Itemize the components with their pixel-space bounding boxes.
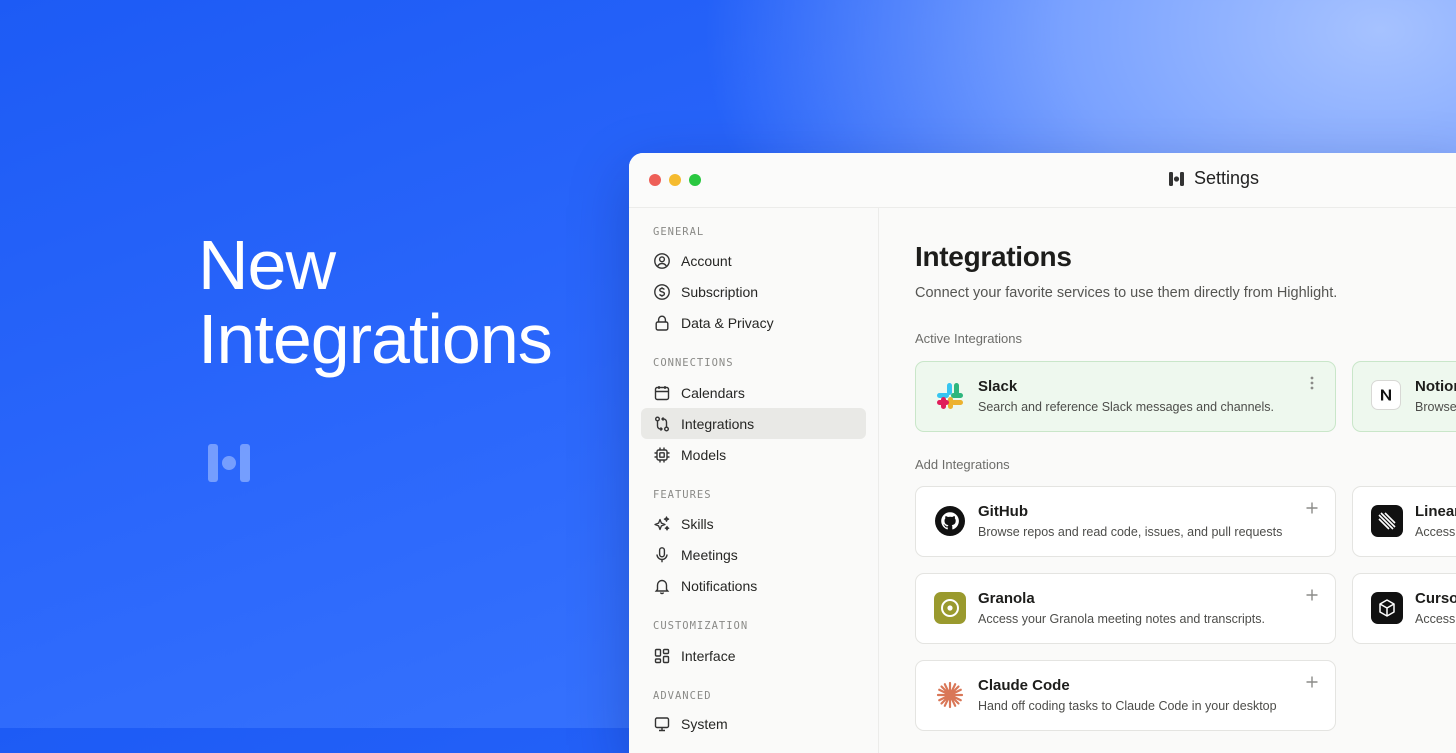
sidebar-item-integrations[interactable]: Integrations (641, 408, 866, 439)
integration-name: Linear (1415, 503, 1456, 520)
sidebar-item-interface[interactable]: Interface (641, 640, 866, 671)
integration-description: Search and reference Slack messages and … (978, 400, 1275, 414)
linear-icon (1371, 505, 1403, 537)
hero-title-line-1: New (198, 226, 336, 304)
sidebar-item-label: Skills (681, 515, 714, 532)
bell-icon (653, 577, 671, 595)
sidebar-item-skills[interactable]: Skills (641, 508, 866, 539)
sidebar-item-notifications[interactable]: Notifications (641, 570, 866, 601)
integration-description: Browse repos and read code, issues, and … (978, 525, 1283, 539)
add-integrations-label: Add Integrations (915, 457, 1010, 472)
hero-title: New Integrations (198, 226, 553, 378)
sidebar-item-account[interactable]: Account (641, 245, 866, 276)
integration-description: Browse (1415, 400, 1456, 414)
sidebar-item-meetings[interactable]: Meetings (641, 539, 866, 570)
integration-description: Hand off coding tasks to Claude Code in … (978, 699, 1277, 713)
integrations-plug-icon (653, 415, 671, 433)
integration-name: Slack (978, 378, 1018, 395)
sidebar-item-data-privacy[interactable]: Data & Privacy (641, 307, 866, 338)
layout-grid-icon (653, 647, 671, 665)
sidebar-item-label: Data & Privacy (681, 314, 774, 331)
integration-name: Claude Code (978, 677, 1070, 694)
section-label-general: GENERAL (653, 226, 705, 238)
sidebar-item-label: Models (681, 446, 727, 463)
integrations-panel: Integrations Connect your favorite servi… (879, 208, 1456, 753)
sidebar-item-system[interactable]: System (641, 708, 866, 739)
integration-description: Access (1415, 612, 1456, 626)
sparkles-icon (653, 515, 671, 533)
hero-title-line-2: Integrations (198, 300, 553, 378)
integration-name: Notion (1415, 378, 1456, 395)
system-icon (653, 715, 671, 733)
integration-card-granola[interactable]: Granola Access your Granola meeting note… (915, 573, 1336, 644)
section-label-features: FEATURES (653, 489, 712, 501)
dollar-circle-icon (653, 283, 671, 301)
github-icon (934, 505, 966, 537)
integration-card-linear[interactable]: Linear Access (1352, 486, 1456, 557)
page-subtitle: Connect your favorite services to use th… (915, 285, 1338, 301)
sidebar-item-label: Integrations (681, 415, 755, 432)
sidebar-item-subscription[interactable]: Subscription (641, 276, 866, 307)
integration-name: GitHub (978, 503, 1028, 520)
window-title-group: Settings (1169, 168, 1259, 189)
sidebar-item-models[interactable]: Models (641, 439, 866, 470)
section-label-customization: CUSTOMIZATION (653, 620, 749, 632)
integration-card-notion[interactable]: Notion Browse (1352, 361, 1456, 432)
claude-icon (934, 679, 966, 711)
sidebar-item-calendars[interactable]: Calendars (641, 377, 866, 408)
zoom-window-button[interactable] (689, 174, 701, 186)
lock-icon (653, 314, 671, 332)
highlight-logo-icon (208, 444, 250, 482)
minimize-window-button[interactable] (669, 174, 681, 186)
sidebar-item-label: Meetings (681, 546, 738, 563)
integration-card-claude-code[interactable]: Claude Code Hand off coding tasks to Cla… (915, 660, 1336, 731)
chip-icon (653, 446, 671, 464)
microphone-icon (653, 546, 671, 564)
add-icon[interactable] (1303, 673, 1321, 691)
page-title: Integrations (915, 241, 1072, 272)
settings-window: Settings GENERAL Account Subscription Da… (629, 153, 1456, 753)
sidebar-item-label: Calendars (681, 384, 745, 401)
integration-name: Cursor (1415, 590, 1456, 607)
sidebar-item-label: Interface (681, 647, 736, 664)
notion-icon (1371, 380, 1401, 410)
active-integrations-label: Active Integrations (915, 331, 1022, 346)
calendar-icon (653, 384, 671, 402)
user-circle-icon (653, 252, 671, 270)
add-icon[interactable] (1303, 586, 1321, 604)
more-options-icon[interactable] (1303, 374, 1321, 392)
sidebar-item-label: System (681, 715, 728, 732)
integration-name: Granola (978, 590, 1035, 607)
section-label-connections: CONNECTIONS (653, 357, 734, 369)
settings-sidebar: GENERAL Account Subscription Data & Priv… (629, 208, 879, 753)
integration-card-cursor[interactable]: Cursor Access (1352, 573, 1456, 644)
title-bar: Settings (629, 153, 1456, 208)
close-window-button[interactable] (649, 174, 661, 186)
add-icon[interactable] (1303, 499, 1321, 517)
sidebar-item-label: Account (681, 252, 732, 269)
integration-description: Access your Granola meeting notes and tr… (978, 612, 1265, 626)
sidebar-item-label: Notifications (681, 577, 758, 594)
highlight-app-icon (1169, 171, 1184, 186)
integration-card-slack[interactable]: Slack Search and reference Slack message… (915, 361, 1336, 432)
cursor-icon (1371, 592, 1403, 624)
window-title: Settings (1194, 168, 1260, 188)
sidebar-item-label: Subscription (681, 283, 759, 300)
granola-icon (934, 592, 966, 624)
integration-card-github[interactable]: GitHub Browse repos and read code, issue… (915, 486, 1336, 557)
section-label-advanced: ADVANCED (653, 690, 712, 702)
integration-description: Access (1415, 525, 1456, 539)
slack-icon (934, 380, 966, 412)
